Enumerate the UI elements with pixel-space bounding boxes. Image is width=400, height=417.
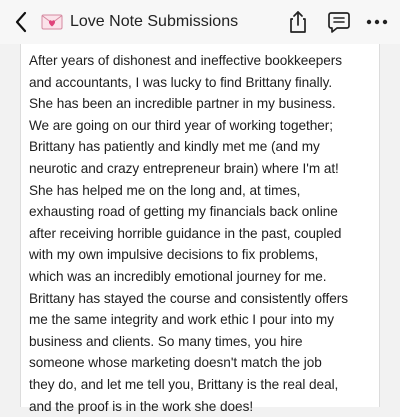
note-line: Brittany has stayed the course and consi… [29,288,385,310]
share-button[interactable] [283,8,313,36]
note-line: me the same integrity and work ethic I p… [29,309,385,331]
note-line: which was an incredibly emotional journe… [29,266,385,288]
note-line: business and clients. So many times, you… [29,331,385,353]
note-line: Brittany has patiently and kindly met me… [29,136,385,158]
heart-envelope-icon [40,13,64,31]
note-line: after receiving horrible guidance in the… [29,223,385,245]
note-line: they do, and let me tell you, Brittany i… [29,374,385,396]
note-line: We are going on our third year of workin… [29,115,385,137]
more-button[interactable] [362,8,392,36]
note-line: neurotic and crazy entrepreneur brain) w… [29,158,385,180]
comment-button[interactable] [324,8,354,36]
more-horizontal-icon [365,18,389,26]
note-line: She has helped me on the long and, at ti… [29,180,385,202]
chevron-left-icon [14,11,28,33]
note-card: After years of dishonest and ineffective… [20,44,380,407]
note-body: After years of dishonest and ineffective… [29,50,385,417]
note-line: After years of dishonest and ineffective… [29,50,385,72]
comment-icon [327,10,351,34]
note-line: and the proof is in the work she does! [29,396,385,417]
share-icon [287,10,309,34]
note-line: and accountants, I was lucky to find Bri… [29,72,385,94]
note-line: exhausting road of getting my financials… [29,201,385,223]
note-line: She has been an incredible partner in my… [29,93,385,115]
title-area: Love Note Submissions [40,10,238,34]
back-button[interactable] [8,8,34,36]
note-line: someone whose marketing doesn't match th… [29,352,385,374]
page-title: Love Note Submissions [70,13,238,31]
top-bar: Love Note Submissions [0,0,400,44]
note-line: with my own impulsive decisions to fix p… [29,244,385,266]
